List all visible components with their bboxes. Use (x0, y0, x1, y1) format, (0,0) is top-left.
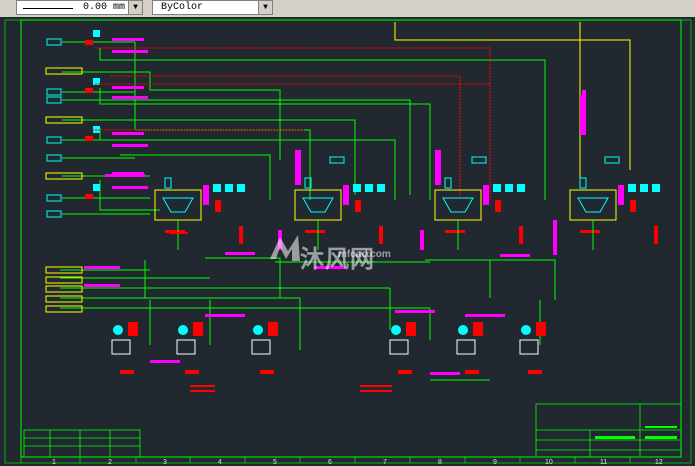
lineweight-preview (23, 8, 73, 9)
watermark-logo-icon (270, 235, 300, 261)
pump-units (111, 322, 546, 374)
plotstyle-value: ByColor (161, 2, 204, 13)
revision-block (23, 429, 141, 458)
chevron-down-icon[interactable]: ▼ (128, 1, 142, 14)
feed-lines-top (45, 30, 546, 218)
reactor-units (105, 95, 660, 250)
chevron-down-icon[interactable]: ▼ (258, 1, 272, 14)
lineweight-value: 0.00 mm (83, 2, 126, 13)
drawing-canvas[interactable]: 沐风网 mfcad.com 1 2 3 4 5 6 7 8 9 10 11 12 (0, 17, 695, 466)
title-block (535, 403, 682, 458)
properties-toolbar: 0.00 mm ▼ ByColor ▼ (0, 0, 695, 18)
plotstyle-dropdown[interactable]: ByColor ▼ (152, 0, 273, 15)
lineweight-dropdown[interactable]: 0.00 mm ▼ (16, 0, 143, 15)
watermark-domain: mfcad.com (338, 249, 391, 260)
